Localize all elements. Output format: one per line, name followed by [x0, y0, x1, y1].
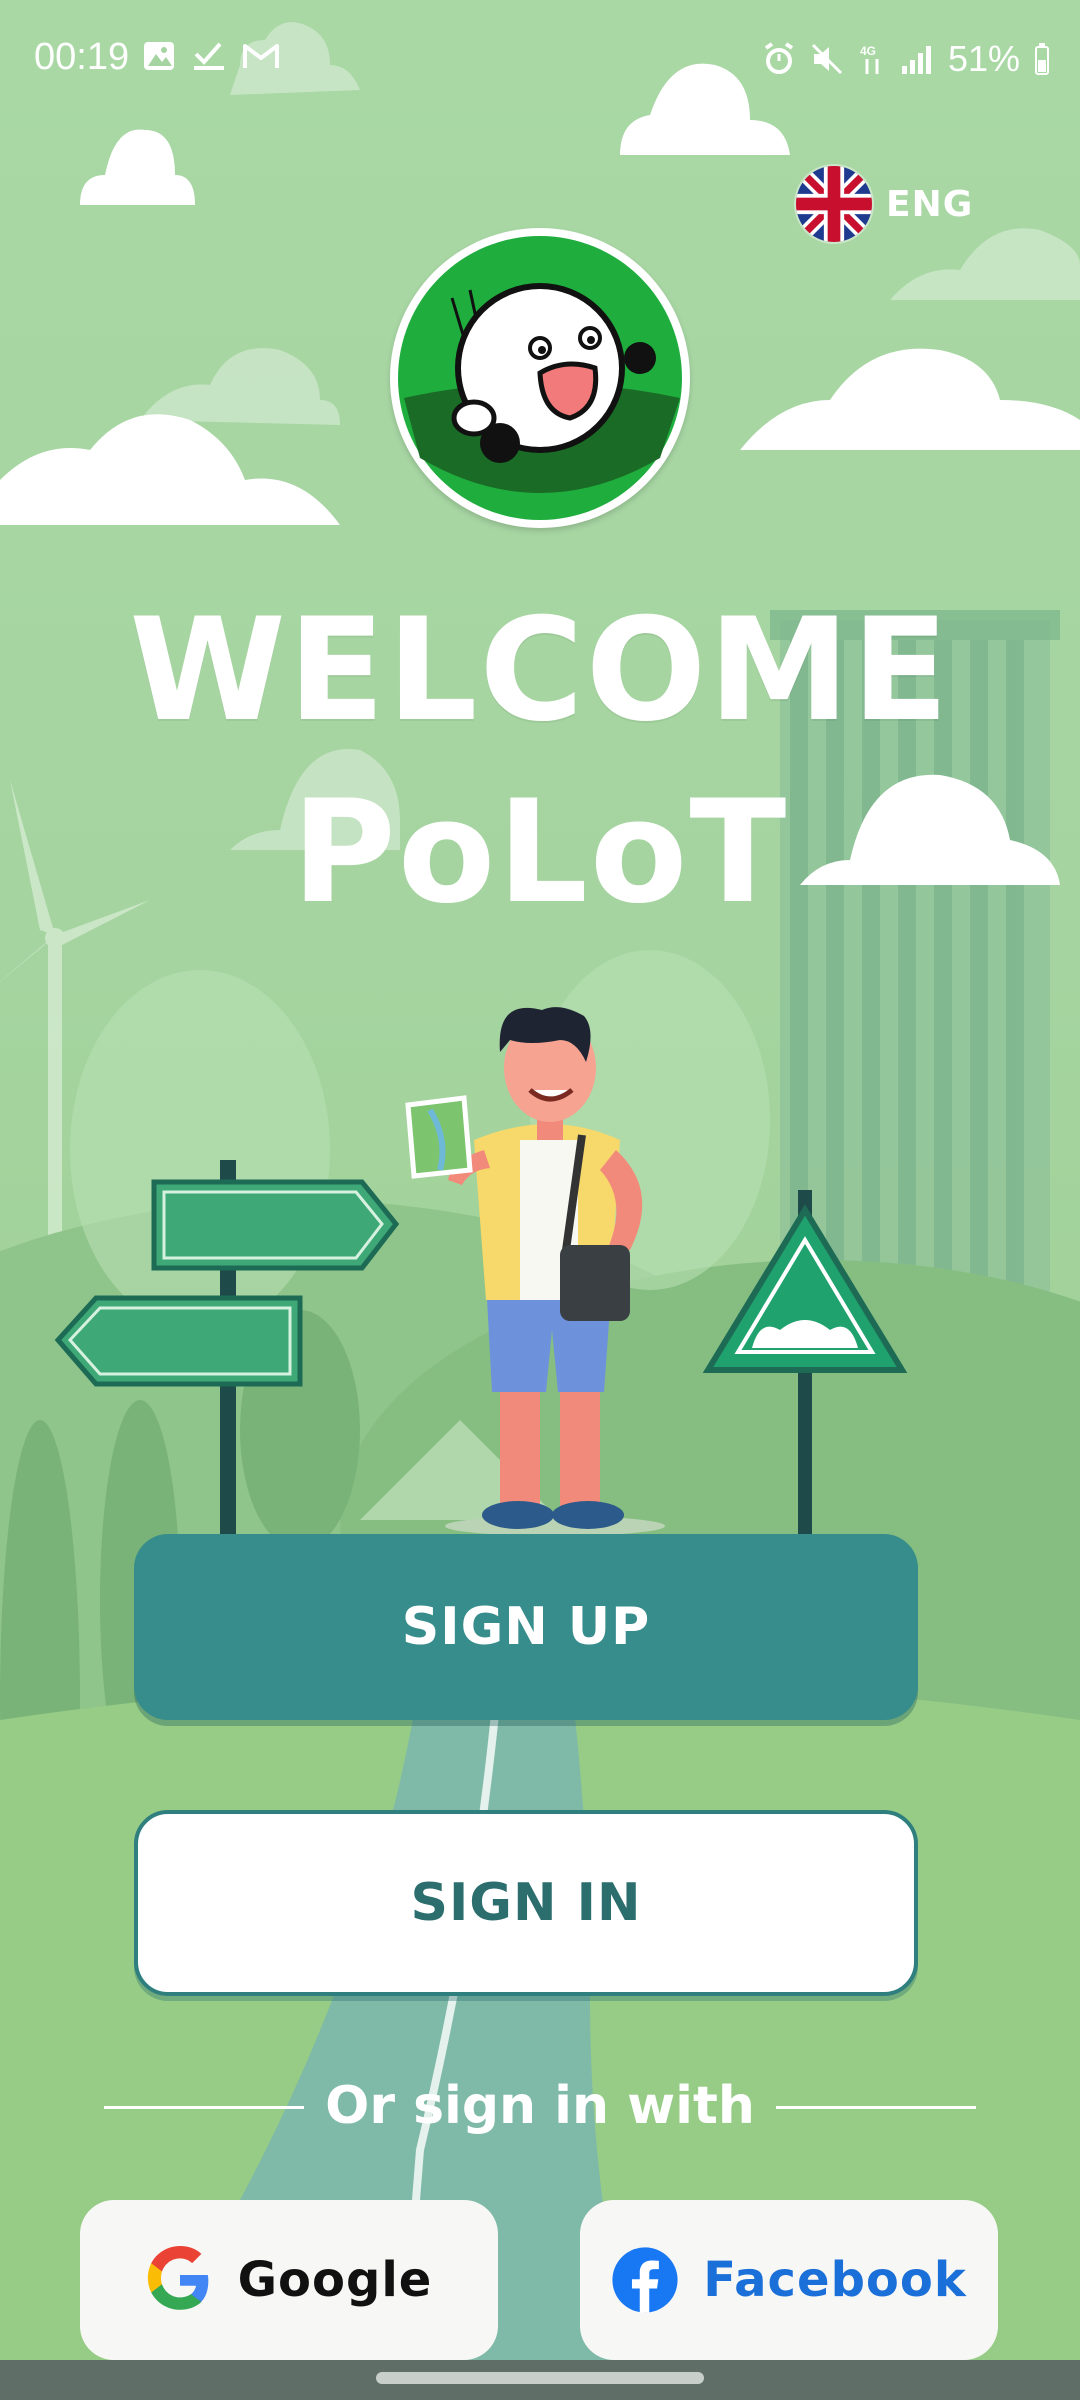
uk-flag-icon [796, 166, 872, 242]
google-icon [147, 2246, 208, 2310]
signal-icon [901, 46, 931, 74]
gmail-icon [243, 44, 279, 68]
home-gesture-handle[interactable] [376, 2372, 704, 2384]
notification-icons [142, 40, 280, 72]
facebook-label: Facebook [703, 2252, 967, 2308]
check-icon [194, 42, 224, 70]
app-logo [390, 228, 690, 528]
status-bar: 00:19 4G 51% [0, 0, 1080, 120]
alarm-icon [764, 42, 794, 74]
google-label: Google [237, 2252, 433, 2308]
or-sign-in-with-label: Or sign in with [325, 2076, 755, 2136]
facebook-sign-in-button[interactable]: Facebook [580, 2200, 998, 2360]
status-time: 00:19 [34, 36, 130, 78]
sign-in-button[interactable]: SIGN IN [134, 1810, 918, 1996]
system-icons: 4G 51% [762, 38, 1050, 80]
gallery-icon [144, 42, 174, 70]
sign-up-button[interactable]: SIGN UP [134, 1534, 918, 1720]
google-sign-in-button[interactable]: Google [80, 2200, 498, 2360]
svg-text:4G: 4G [860, 44, 876, 58]
facebook-icon [612, 2247, 678, 2313]
mute-icon [811, 43, 842, 75]
battery-icon [1035, 43, 1049, 75]
battery-percent: 51% [947, 38, 1020, 79]
welcome-title: WELCOME [129, 588, 951, 753]
language-selector[interactable]: ENG [796, 166, 973, 242]
app-name-title: PoLoT [291, 770, 789, 935]
4g-icon: 4G [860, 44, 879, 74]
language-label: ENG [886, 183, 974, 225]
